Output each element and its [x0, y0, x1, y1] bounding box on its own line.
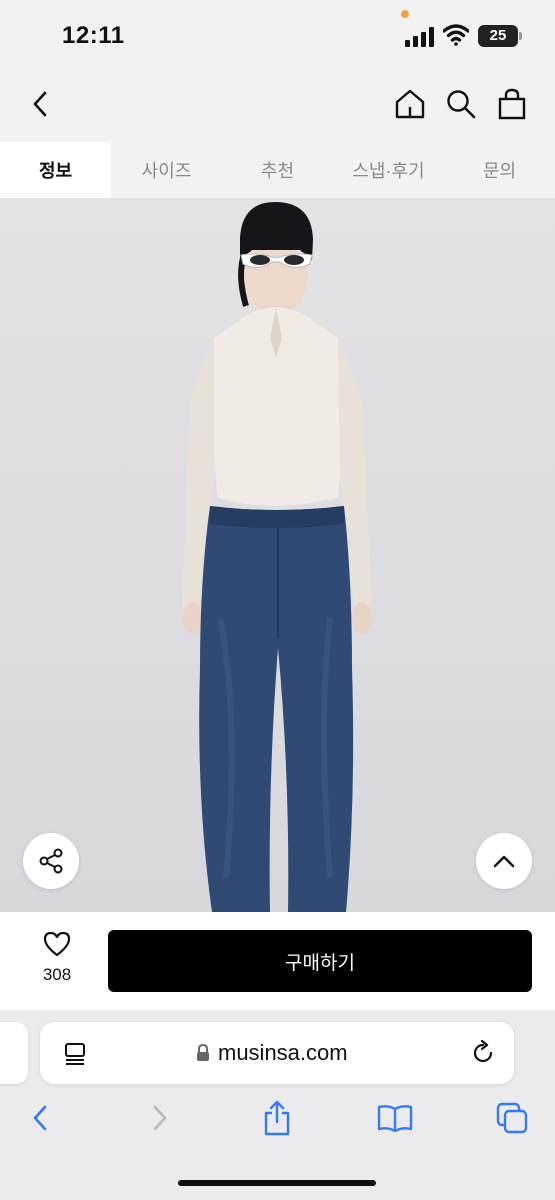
- tab-snap-review[interactable]: 스냅·후기: [333, 142, 444, 198]
- privacy-indicator-icon: [401, 10, 409, 18]
- status-bar: 12:11 25: [0, 0, 555, 70]
- status-time: 12:11: [62, 22, 125, 49]
- back-icon: [33, 1105, 47, 1131]
- heart-icon: [43, 931, 71, 957]
- like-button[interactable]: 308: [30, 930, 84, 994]
- chevron-up-icon: [493, 855, 515, 868]
- battery-tip: [519, 32, 522, 40]
- shopping-bag-icon: [498, 88, 526, 120]
- buy-button[interactable]: 구매하기: [108, 930, 532, 992]
- address-bar[interactable]: musinsa.com: [40, 1022, 514, 1084]
- product-tabs: 정보 사이즈 추천 스냅·후기 문의: [0, 142, 555, 198]
- search-icon: [447, 90, 476, 119]
- reload-icon[interactable]: [470, 1040, 496, 1066]
- url-text: musinsa.com: [218, 1040, 348, 1065]
- page-menu-icon[interactable]: [62, 1041, 88, 1067]
- tab-recommend[interactable]: 추천: [222, 142, 333, 198]
- forward-icon: [153, 1105, 167, 1131]
- battery-level: 25: [489, 27, 507, 44]
- chevron-left-icon: [33, 91, 47, 117]
- cart-button[interactable]: [492, 84, 532, 124]
- browser-share-button[interactable]: [259, 1100, 295, 1136]
- url-display[interactable]: musinsa.com: [196, 1039, 348, 1067]
- battery-icon: 25: [478, 25, 518, 47]
- tab-size[interactable]: 사이즈: [111, 142, 222, 198]
- home-indicator: [178, 1180, 376, 1186]
- scroll-top-button[interactable]: [476, 833, 532, 889]
- safari-bottom-bar: musinsa.com: [0, 1010, 555, 1200]
- product-photo-model: [182, 202, 372, 912]
- purchase-bar: 308 구매하기: [0, 912, 555, 1010]
- browser-back-button[interactable]: [22, 1100, 58, 1136]
- browser-forward-button[interactable]: [142, 1100, 178, 1136]
- product-image[interactable]: [0, 198, 555, 912]
- tab-info[interactable]: 정보: [0, 142, 111, 198]
- tabs-icon: [496, 1102, 528, 1134]
- bookmarks-icon: [377, 1105, 413, 1132]
- share-button[interactable]: [23, 833, 79, 889]
- lock-icon: [197, 1044, 209, 1061]
- share-icon: [264, 1100, 290, 1136]
- bookmarks-button[interactable]: [377, 1100, 413, 1136]
- share-icon: [39, 848, 63, 874]
- wifi-icon: [443, 24, 469, 46]
- previous-tab-preview[interactable]: [0, 1022, 28, 1084]
- app-header: [0, 70, 555, 142]
- back-button[interactable]: [20, 84, 60, 124]
- search-button[interactable]: [441, 84, 481, 124]
- cellular-signal-icon: [405, 27, 434, 47]
- tabs-button[interactable]: [494, 1100, 530, 1136]
- home-button[interactable]: [390, 84, 430, 124]
- tab-inquiry[interactable]: 문의: [444, 142, 555, 198]
- like-count: 308: [42, 965, 72, 984]
- home-icon: [395, 89, 425, 119]
